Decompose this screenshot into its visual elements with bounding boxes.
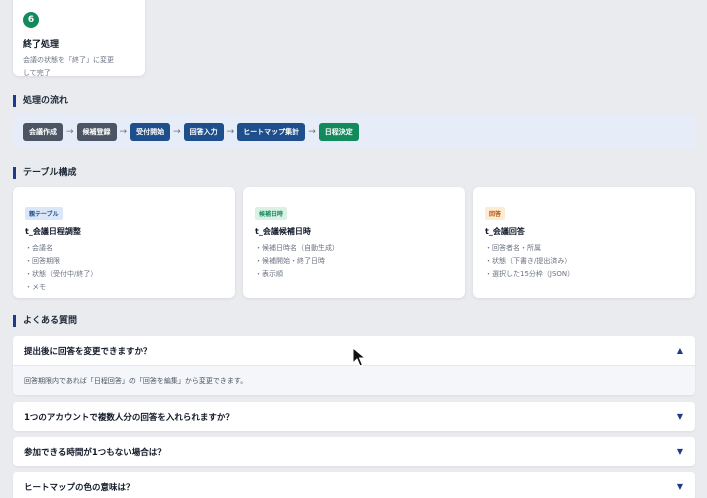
- faq-item: 参加できる時間が1つもない場合は？ ▼: [13, 437, 695, 466]
- step-desc-line-1: 会議の状態を「終了」に変更: [23, 56, 114, 64]
- flow-step-register: 候補登録: [76, 123, 117, 141]
- table-card-parent: 親テーブル t_会議日程調整 会議名 回答期限 状態（受付中/終了） メモ: [13, 187, 235, 298]
- arrow-right-icon: →: [173, 127, 181, 137]
- step-desc-line-2: して完了: [23, 69, 51, 77]
- faq-item: ヒートマップの色の意味は？ ▼: [13, 472, 695, 498]
- section-title-faq: よくある質問: [13, 315, 77, 327]
- faq-question: ヒートマップの色の意味は？: [24, 482, 135, 493]
- step-number-badge: 6: [23, 12, 39, 28]
- flow-step-heatmap: ヒートマップ集計: [237, 123, 306, 141]
- faq-question-toggle[interactable]: ヒートマップの色の意味は？ ▼: [13, 472, 695, 498]
- faq-question-toggle[interactable]: 1つのアカウントで複数人分の回答を入れられますか？ ▼: [13, 402, 695, 431]
- table-tag: 回答: [485, 207, 506, 220]
- arrow-right-icon: →: [66, 127, 74, 137]
- table-card-answers: 回答 t_会議回答 回答者名・所属 状態（下書き/提出済み） 選択した15分枠（…: [473, 187, 695, 298]
- field-list: 会議名 回答期限 状態（受付中/終了） メモ: [25, 242, 223, 294]
- table-name: t_会議日程調整: [25, 227, 81, 236]
- section-title-tables: テーブル構成: [13, 167, 76, 179]
- table-tag: 候補日時: [255, 207, 288, 220]
- field-item: 候補日時名（自動生成）: [255, 242, 453, 255]
- flow-step-decide: 日程決定: [318, 123, 359, 141]
- step-card-6: 6 終了処理 会議の状態を「終了」に変更 して完了: [13, 0, 145, 77]
- mouse-cursor-icon: [352, 347, 366, 367]
- step-description: 会議の状態を「終了」に変更 して完了: [23, 54, 135, 80]
- field-list: 候補日時名（自動生成） 候補開始・終了日時 表示順: [255, 242, 453, 281]
- table-name: t_会議回答: [485, 227, 525, 236]
- field-item: 会議名: [25, 242, 223, 255]
- field-item: 表示順: [255, 268, 453, 281]
- section-title-flow: 処理の流れ: [13, 95, 68, 107]
- field-item: 状態（受付中/終了）: [25, 268, 223, 281]
- faq-item: 1つのアカウントで複数人分の回答を入れられますか？ ▼: [13, 402, 695, 431]
- faq-question-toggle[interactable]: 参加できる時間が1つもない場合は？ ▼: [13, 437, 695, 466]
- faq-question: 参加できる時間が1つもない場合は？: [24, 447, 166, 458]
- field-item: メモ: [25, 281, 223, 294]
- field-item: 回答者名・所属: [485, 242, 683, 255]
- field-item: 候補開始・終了日時: [255, 255, 453, 268]
- chevron-down-icon: ▼: [676, 447, 683, 456]
- field-list: 回答者名・所属 状態（下書き/提出済み） 選択した15分枠（JSON）: [485, 242, 683, 281]
- table-name: t_会議候補日時: [255, 227, 311, 236]
- flow-step-answer: 回答入力: [183, 123, 224, 141]
- table-tag: 親テーブル: [25, 207, 63, 220]
- flow-step-open: 受付開始: [130, 123, 171, 141]
- arrow-right-icon: →: [308, 127, 316, 137]
- flow-step-create: 会議作成: [23, 123, 63, 141]
- arrow-right-icon: →: [226, 127, 235, 137]
- field-item: 状態（下書き/提出済み）: [485, 255, 683, 268]
- step-title: 終了処理: [23, 40, 60, 50]
- field-item: 回答期限: [25, 255, 223, 268]
- faq-answer: 回答期限内であれば「日程回答」の「回答を編集」から変更できます。: [13, 365, 695, 395]
- chevron-down-icon: ▼: [676, 482, 683, 491]
- field-item: 選択した15分枠（JSON）: [485, 268, 683, 281]
- process-flow: 会議作成 → 候補登録 → 受付開始 → 回答入力 → ヒートマップ集計 → 日…: [13, 114, 695, 150]
- table-card-candidates: 候補日時 t_会議候補日時 候補日時名（自動生成） 候補開始・終了日時 表示順: [243, 187, 465, 298]
- chevron-up-icon: ▲: [676, 346, 683, 355]
- faq-question: 提出後に回答を変更できますか？: [24, 346, 152, 357]
- faq-question: 1つのアカウントで複数人分の回答を入れられますか？: [24, 412, 234, 423]
- chevron-down-icon: ▼: [676, 412, 683, 421]
- arrow-right-icon: →: [119, 127, 128, 137]
